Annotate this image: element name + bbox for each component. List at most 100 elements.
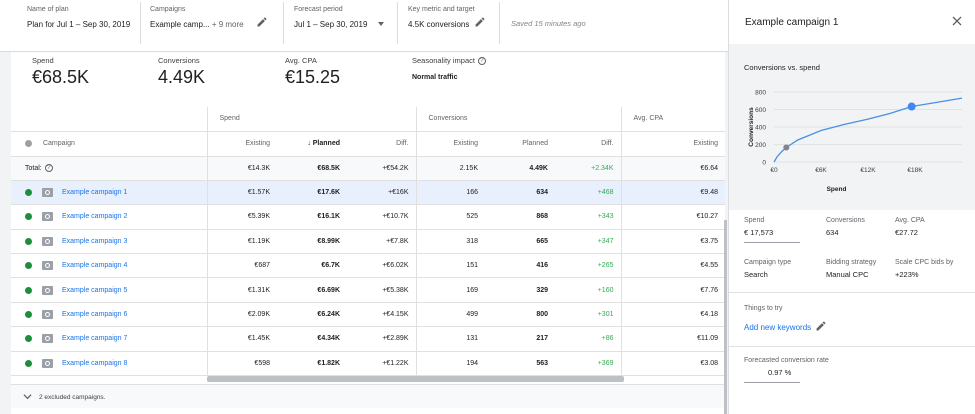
vertical-scrollbar[interactable]: [724, 220, 727, 414]
panel-conversions-label: Conversions: [826, 217, 865, 224]
group-header-blank: [11, 107, 207, 132]
chevron-down-icon[interactable]: [378, 22, 384, 26]
panel-scale-cpc-label: Scale CPC bids by: [895, 259, 954, 266]
total-spend-planned: €68.5K: [277, 156, 347, 181]
y-tick-label: 600: [755, 107, 766, 114]
divider: [729, 346, 975, 347]
campaign-link[interactable]: Example campaign 5: [62, 287, 127, 294]
y-axis-label: Conversions: [748, 107, 755, 147]
total-conv-existing: 2.15K: [415, 156, 485, 181]
edit-metric-icon[interactable]: [474, 16, 486, 28]
cell-spend-existing: €1.31K: [206, 277, 277, 303]
group-header-avg-cpa: Avg. CPA: [620, 107, 725, 132]
total-cpa-existing: €6.64: [620, 156, 725, 181]
cell-spend-diff: +€6.02K: [347, 253, 416, 279]
edit-campaigns-icon[interactable]: [256, 16, 268, 28]
panel-avg-cpa-label: Avg. CPA: [895, 217, 925, 224]
help-icon[interactable]: ?: [44, 164, 53, 173]
total-row: Total:? €14.3K €68.5K +€54.2K 2.15K 4.49…: [11, 156, 725, 181]
conversions-vs-spend-chart: 0 200 400 600 800 €0 €6K €12K €18K Spend Conversio…: [748, 90, 963, 193]
panel-conversion-rate-input[interactable]: 0.97 %: [744, 368, 800, 383]
table-row[interactable]: Example campaign 7 €1.45K €4.34K +€2.89K 131…: [11, 326, 725, 352]
search-campaign-icon: [42, 334, 53, 344]
campaign-link[interactable]: Example campaign 2: [62, 213, 127, 220]
planned-point: [907, 102, 916, 111]
horizontal-scrollbar[interactable]: [207, 376, 624, 382]
cell-spend-planned: €8.99K: [277, 229, 347, 255]
panel-scale-cpc: Scale CPC bids by +223%: [895, 259, 953, 279]
column-header-cpa-existing[interactable]: Existing: [620, 131, 725, 157]
column-header-spend-existing[interactable]: Existing: [206, 131, 277, 157]
table-row[interactable]: Example campaign 4 €687 €6.7K +€6.02K 151 416…: [11, 253, 725, 279]
campaign-link[interactable]: Example campaign 1: [62, 189, 127, 196]
x-tick-label: €0: [770, 167, 778, 174]
campaign-cell: Example campaign 4: [11, 253, 207, 279]
status-enabled-icon: [25, 237, 32, 245]
campaigns-field[interactable]: Campaigns Example camp... + 9 more: [150, 6, 244, 29]
close-icon[interactable]: [952, 16, 962, 26]
column-header-conv-planned[interactable]: Planned: [485, 131, 555, 157]
column-header-spend-diff[interactable]: Diff.: [347, 131, 416, 157]
campaigns-value: Example camp... + 9 more: [150, 20, 244, 29]
column-header-conv-diff[interactable]: Diff.: [555, 131, 621, 157]
table-row[interactable]: Example campaign 3 €1.19K €8.99K +€7.8K 318 6…: [11, 229, 725, 255]
things-to-try-label: Things to try: [744, 305, 783, 312]
kpi-conversions: Conversions 4.49K: [158, 56, 205, 88]
table-row[interactable]: Example campaign 2 €5.39K €16.1K +€10.7K 525…: [11, 204, 725, 230]
column-header-conv-existing[interactable]: Existing: [415, 131, 485, 157]
column-header-spend-planned[interactable]: ↓ Planned: [277, 131, 347, 157]
cell-spend-existing: €1.19K: [206, 229, 277, 255]
kpi-seasonality: Seasonality impact? Normal traffic: [412, 56, 486, 81]
plan-name-field[interactable]: Name of plan Plan for Jul 1 – Sep 30, 20…: [27, 6, 130, 29]
cell-conv-existing: 194: [415, 351, 485, 377]
table-row[interactable]: Example campaign 8 €598 €1.82K +€1.22K 194 56…: [11, 351, 725, 377]
group-header-spend: Spend: [206, 107, 416, 132]
status-enabled-icon: [25, 335, 32, 343]
cell-cpa-existing: €7.76: [620, 277, 725, 303]
cell-conv-planned: 665: [485, 229, 555, 255]
table-column-header: Campaign Existing ↓ Planned Diff. Existi…: [11, 131, 725, 157]
panel-bidding-strategy-value: Manual CPC: [826, 270, 869, 279]
status-enabled-icon: [25, 262, 32, 270]
key-metric-field[interactable]: Key metric and target 4.5K conversions: [408, 6, 475, 29]
cell-spend-planned: €1.82K: [277, 351, 347, 377]
add-keywords-link[interactable]: Add new keywords: [744, 323, 811, 332]
kpi-seasonality-label: Seasonality impact: [412, 56, 475, 65]
cell-conv-existing: 169: [415, 277, 485, 303]
table-row[interactable]: Example campaign 1 €1.57K €17.6K +€16K 166 63…: [11, 180, 725, 206]
table-row[interactable]: Example campaign 6 €2.09K €6.24K +€4.15K 499…: [11, 302, 725, 328]
cell-conv-planned: 634: [485, 180, 555, 206]
campaign-link[interactable]: Example campaign 8: [62, 360, 127, 367]
panel-spend[interactable]: Spend € 17,573: [744, 217, 800, 243]
excluded-campaigns-row[interactable]: 2 excluded campaigns.: [11, 384, 725, 408]
search-campaign-icon: [42, 310, 53, 320]
kpi-avg-cpa: Avg. CPA €15.25: [285, 56, 340, 88]
cell-spend-planned: €6.7K: [277, 253, 347, 279]
cell-spend-diff: +€16K: [347, 180, 416, 206]
plan-overview: Spend €68.5K Conversions 4.49K Avg. CPA …: [11, 52, 725, 414]
campaign-link[interactable]: Example campaign 4: [62, 262, 127, 269]
forecast-period-field[interactable]: Forecast period Jul 1 – Sep 30, 2019: [294, 6, 367, 29]
panel-spend-input[interactable]: € 17,573: [744, 228, 800, 243]
key-metric-value: 4.5K conversions: [408, 20, 470, 29]
status-enabled-icon: [25, 359, 32, 367]
total-conv-diff: +2.34K: [555, 156, 621, 181]
panel-conversion-rate[interactable]: Forecasted conversion rate 0.97 %: [744, 357, 829, 383]
cell-spend-planned: €6.69K: [277, 277, 347, 303]
edit-keywords-icon[interactable]: [815, 320, 827, 332]
table-row[interactable]: Example campaign 5 €1.31K €6.69K +€5.38K 169…: [11, 277, 725, 303]
cell-cpa-existing: €10.27: [620, 204, 725, 230]
campaign-link[interactable]: Example campaign 6: [62, 311, 127, 318]
cell-spend-diff: +€1.22K: [347, 351, 416, 377]
cell-spend-existing: €5.39K: [206, 204, 277, 230]
campaign-link[interactable]: Example campaign 3: [62, 238, 127, 245]
column-header-campaign[interactable]: Campaign: [11, 131, 207, 157]
panel-title: Example campaign 1: [745, 17, 839, 28]
campaign-link[interactable]: Example campaign 7: [62, 335, 127, 342]
campaign-cell: Example campaign 8: [11, 351, 207, 377]
help-icon[interactable]: ?: [477, 57, 486, 66]
x-tick-label: €12K: [860, 167, 876, 174]
plan-name-value: Plan for Jul 1 – Sep 30, 2019: [27, 20, 131, 29]
status-enabled-icon: [25, 286, 32, 294]
panel-conversions: Conversions 634: [826, 217, 865, 237]
